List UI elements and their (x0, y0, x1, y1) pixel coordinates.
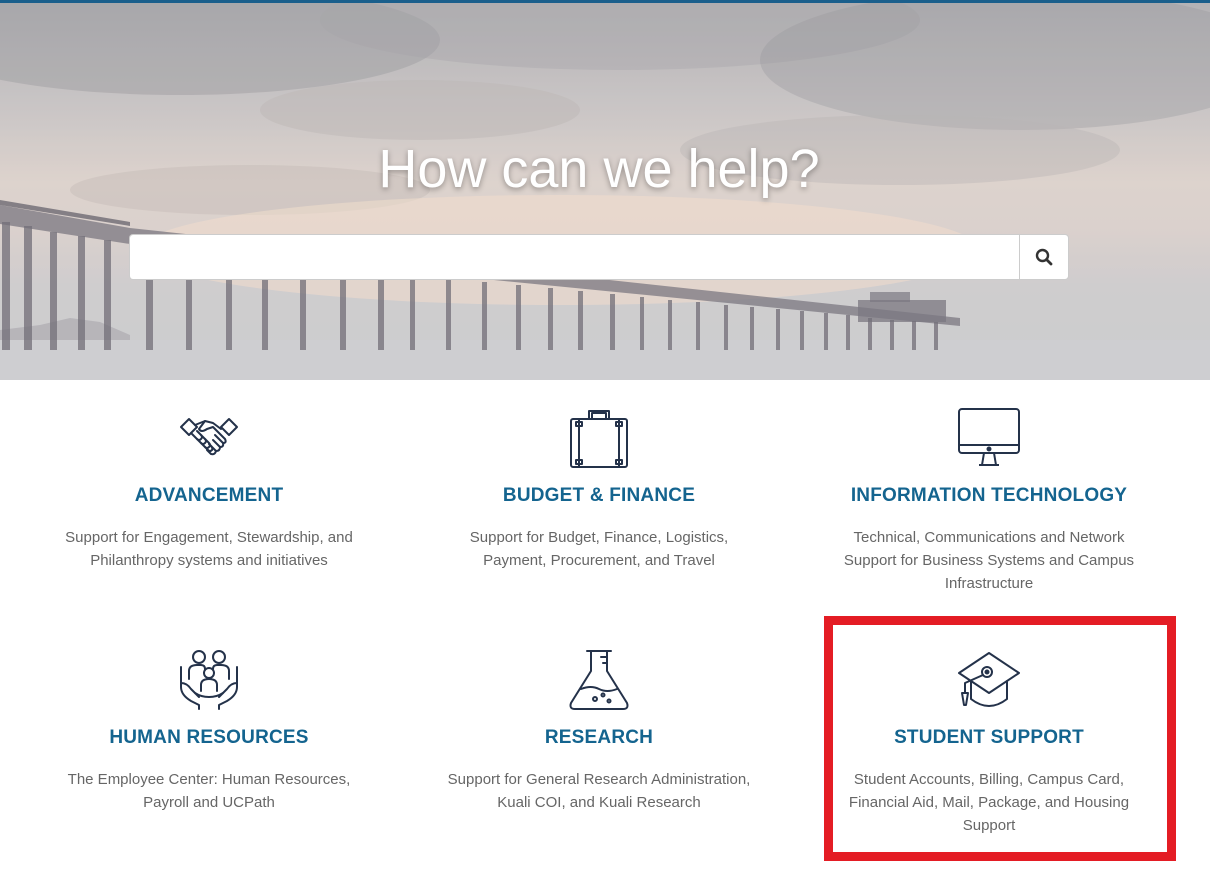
top-border (0, 0, 1210, 3)
card-title-human-resources[interactable]: HUMAN RESOURCES (109, 727, 308, 749)
card-description-advancement: Support for Engagement, Stewardship, and… (65, 529, 353, 569)
card-advancement[interactable]: ADVANCEMENT Support for Engagement, Stew… (14, 405, 404, 572)
card-research[interactable]: RESEARCH Support for General Research Ad… (404, 647, 794, 814)
card-information-technology[interactable]: INFORMATION TECHNOLOGY Technical, Commun… (794, 405, 1184, 595)
monitor-icon (958, 408, 1020, 466)
briefcase-icon (570, 410, 628, 468)
hero-title: How can we help? (378, 139, 820, 199)
card-human-resources[interactable]: HUMAN RESOURCES The Employee Center: Hum… (14, 647, 404, 814)
flask-icon (569, 650, 629, 710)
card-title-budget-finance[interactable]: BUDGET & FINANCE (503, 485, 695, 507)
search-input[interactable] (129, 234, 1019, 280)
card-description-budget-finance: Support for Budget, Finance, Logistics, … (469, 529, 729, 569)
card-student-support[interactable]: STUDENT SUPPORT Student Accounts, Billin… (794, 647, 1184, 837)
card-title-information-technology[interactable]: INFORMATION TECHNOLOGY (851, 485, 1127, 507)
search-icon (1035, 248, 1053, 266)
family-hands-icon (180, 650, 238, 710)
hero-banner: How can we help? (0, 0, 1210, 380)
handshake-icon (180, 418, 238, 456)
graduation-cap-icon (958, 652, 1020, 707)
card-description-research: Support for General Research Administrat… (447, 771, 751, 811)
search-bar (129, 234, 1069, 280)
card-title-research[interactable]: RESEARCH (545, 727, 653, 749)
card-title-advancement[interactable]: ADVANCEMENT (135, 485, 284, 507)
page: How can we help? ADVANCEMENT Support for… (0, 0, 1210, 870)
card-budget-finance[interactable]: BUDGET & FINANCE Support for Budget, Fin… (404, 405, 794, 572)
card-description-human-resources: The Employee Center: Human Resources, Pa… (67, 771, 351, 811)
card-title-student-support[interactable]: STUDENT SUPPORT (894, 727, 1084, 749)
card-description-student-support: Student Accounts, Billing, Campus Card, … (848, 771, 1130, 834)
card-description-information-technology: Technical, Communications and Network Su… (843, 529, 1135, 592)
search-button[interactable] (1019, 234, 1069, 280)
